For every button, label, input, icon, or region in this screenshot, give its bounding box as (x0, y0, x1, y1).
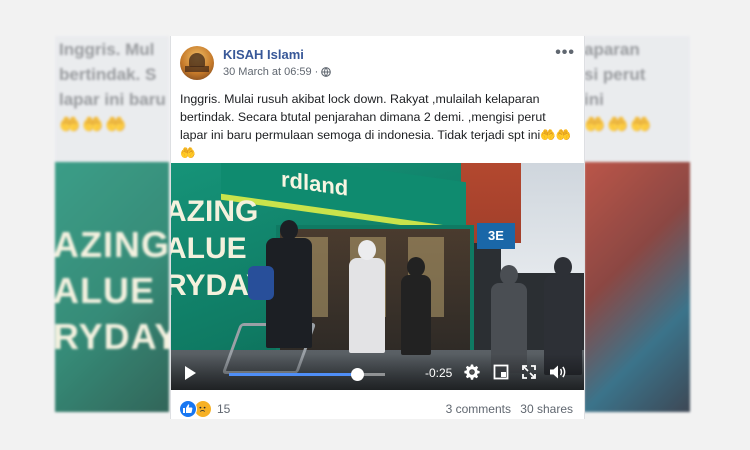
background-text-line: aparan (584, 40, 640, 59)
seek-progress (229, 373, 357, 376)
video-person (248, 220, 312, 348)
video-player[interactable]: rdland AZING ALUE RYDAY 3E -0:25 (171, 163, 584, 390)
background-text-line: lapar ini baru (59, 90, 166, 109)
background-text-line: Inggris. Mul (59, 40, 155, 59)
background-emoji: 🤲🤲🤲 (584, 115, 654, 134)
background-emoji: 🤲🤲🤲 (59, 115, 129, 134)
background-photo (584, 162, 690, 412)
post-body: Inggris. Mulai rusuh akibat lock down. R… (180, 92, 546, 142)
globe-icon (321, 67, 332, 77)
background-blur-right: aparan si perut ini 🤲🤲🤲 (584, 36, 690, 412)
background-blur-left: Inggris. Mul bertindak. S lapar ini baru… (55, 36, 169, 412)
like-reaction-icon (179, 400, 197, 418)
post-meta: 30 March at 06:59 · (223, 66, 332, 78)
post-author-link[interactable]: KISAH Islami (223, 47, 304, 62)
facebook-post-card: KISAH Islami 30 March at 06:59 · ••• Ing… (170, 36, 585, 419)
post-timestamp[interactable]: 30 March at 06:59 (223, 66, 312, 78)
time-remaining: -0:25 (425, 366, 453, 380)
reactions-summary[interactable]: 15 (179, 400, 230, 418)
volume-icon[interactable] (549, 364, 567, 380)
video-person (349, 240, 385, 353)
background-text-line: bertindak. S (59, 65, 157, 84)
play-icon[interactable] (185, 366, 196, 380)
post-text: Inggris. Mulai rusuh akibat lock down. R… (180, 90, 574, 162)
background-text-line: ini (584, 90, 604, 109)
reaction-count: 15 (217, 402, 231, 416)
fullscreen-icon[interactable] (521, 364, 537, 380)
side-shop-sign: 3E (477, 223, 515, 249)
background-text-line: si perut (584, 65, 646, 84)
video-person (401, 257, 431, 355)
gear-icon[interactable] (464, 364, 480, 380)
seek-handle[interactable] (350, 368, 364, 381)
more-options-button[interactable]: ••• (555, 44, 575, 62)
background-photo: AZING ALUE RYDAY (55, 162, 169, 412)
seek-bar[interactable] (229, 368, 385, 381)
background-poster: AZING ALUE RYDAY (55, 224, 169, 357)
meta-separator: · (314, 66, 319, 78)
picture-in-picture-icon[interactable] (493, 364, 509, 380)
post-stats: 3 comments 30 shares (440, 402, 573, 416)
avatar[interactable] (180, 46, 214, 80)
shares-link[interactable]: 30 shares (520, 402, 573, 416)
comments-link[interactable]: 3 comments (446, 402, 511, 416)
video-controls: -0:25 (171, 354, 584, 390)
